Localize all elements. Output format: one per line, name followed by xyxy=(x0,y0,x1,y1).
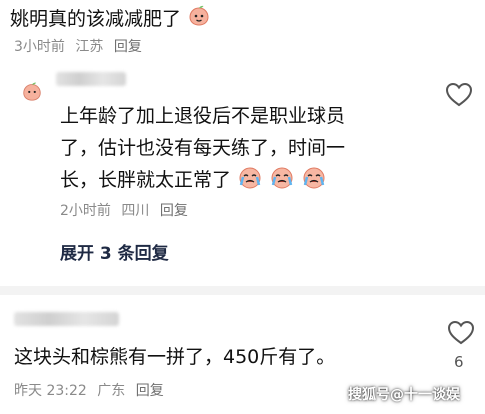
comment-1-text: 姚明真的该减减肥了 xyxy=(10,8,182,30)
comment-1: 姚明真的该减减肥了 xyxy=(10,4,211,31)
section-divider xyxy=(0,286,485,295)
peach-emoji xyxy=(189,5,209,26)
crying-emoji xyxy=(303,167,325,189)
comment-1-location: 江苏 xyxy=(75,39,104,55)
reply-1-line-3: 长，长胖就太正常了 xyxy=(60,169,232,191)
like-count: 6 xyxy=(454,353,464,371)
reply-1-reply-button[interactable]: 回复 xyxy=(160,203,188,219)
username-blurred xyxy=(14,312,119,326)
avatar[interactable] xyxy=(21,80,43,102)
comment-1-time: 3小时前 xyxy=(14,39,65,55)
reply-1-time: 2小时前 xyxy=(60,203,111,219)
comment-1-meta: 3小时前 江苏 回复 xyxy=(14,36,148,56)
crying-emoji xyxy=(239,167,261,189)
expand-replies-button[interactable]: 展开 3 条回复 xyxy=(60,239,169,264)
comment-2-text: 这块头和棕熊有一拼了，450斤有了。 xyxy=(14,346,336,368)
comment-2-reply-button[interactable]: 回复 xyxy=(136,383,164,399)
comment-2-time: 昨天 23:22 xyxy=(14,383,87,399)
comment-2-location: 广东 xyxy=(97,383,126,399)
username-blurred xyxy=(56,72,126,86)
heart-outline-icon[interactable] xyxy=(446,318,476,346)
crying-emoji xyxy=(271,167,293,189)
reply-1-line-2: 了，估计也没有每天练了，时间一 xyxy=(60,137,346,159)
watermark: 搜狐号@十一谈娱 xyxy=(348,387,460,403)
reply-1-location: 四川 xyxy=(121,203,150,219)
reply-1: 上年龄了加上退役后不是职业球员 了，估计也没有每天练了，时间一 长，长胖就太正常… xyxy=(60,100,345,196)
peach-emoji xyxy=(23,82,41,101)
comment-2-meta: 昨天 23:22 广东 回复 xyxy=(14,380,170,400)
reply-1-line-3-row: 长，长胖就太正常了 xyxy=(60,164,345,196)
reply-1-meta: 2小时前 四川 回复 xyxy=(60,200,194,220)
comment-1-reply-button[interactable]: 回复 xyxy=(114,39,142,55)
reply-1-line-1: 上年龄了加上退役后不是职业球员 xyxy=(60,105,346,127)
heart-outline-icon[interactable] xyxy=(444,80,474,108)
